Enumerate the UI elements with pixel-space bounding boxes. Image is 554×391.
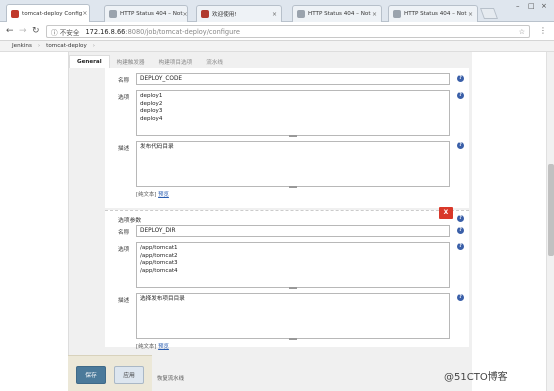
- plain-text-label: [纯文本]: [136, 192, 157, 198]
- options-label: 选项: [118, 247, 130, 253]
- bookmark-star-icon[interactable]: ☆: [519, 28, 525, 36]
- breadcrumb-job[interactable]: tomcat-deploy: [46, 43, 87, 49]
- close-tab-icon[interactable]: ×: [468, 11, 473, 18]
- format-note: [纯文本] 预览: [136, 342, 169, 350]
- description-label: 描述: [118, 146, 130, 152]
- breadcrumb-separator-icon: ›: [92, 43, 95, 49]
- browser-tab[interactable]: HTTP Status 404 – Not ×: [104, 5, 188, 22]
- name-label: 名称: [118, 78, 130, 84]
- browser-tab[interactable]: tomcat-deploy Config ×: [6, 4, 90, 22]
- choice-item: /app/tomcat2: [140, 252, 178, 259]
- choice-parameter-1: 名称 DEPLOY_CODE ? 选项 deploy1 deploy2 depl…: [105, 68, 469, 208]
- forward-icon[interactable]: →: [19, 25, 27, 37]
- back-icon[interactable]: ←: [6, 25, 14, 37]
- jenkins-favicon-icon: [11, 9, 19, 18]
- choices-textarea[interactable]: deploy1 deploy2 deploy3 deploy4: [136, 90, 450, 136]
- close-window-icon[interactable]: ×: [541, 2, 547, 10]
- parameter-name-input[interactable]: DEPLOY_CODE: [136, 73, 450, 85]
- help-icon[interactable]: ?: [457, 92, 464, 99]
- choices-textarea[interactable]: /app/tomcat1 /app/tomcat2 /app/tomcat3 /…: [136, 242, 450, 288]
- name-label: 名称: [118, 230, 130, 236]
- watermark: @51CTO博客: [444, 372, 508, 383]
- choice-item: deploy4: [140, 115, 163, 122]
- page-scrollbar[interactable]: [546, 52, 554, 391]
- config-content: General 构建触发器 构建项目选项 流水线 名称 DEPLOY_CODE …: [68, 52, 472, 391]
- tab-title: tomcat-deploy Config: [22, 10, 83, 17]
- tab-pipeline[interactable]: 流水线: [199, 55, 230, 68]
- minimize-icon[interactable]: –: [516, 2, 520, 10]
- choice-item: deploy3: [140, 108, 163, 114]
- help-icon[interactable]: ?: [457, 215, 464, 222]
- help-icon[interactable]: ?: [457, 243, 464, 250]
- browser-tab-bar: tomcat-deploy Config × HTTP Status 404 –…: [0, 0, 554, 22]
- options-label: 选项: [118, 95, 130, 101]
- form-button-bar: 保存 应用: [68, 355, 152, 391]
- choice-item: deploy2: [140, 100, 163, 107]
- close-tab-icon[interactable]: ×: [183, 11, 187, 18]
- help-icon[interactable]: ?: [457, 294, 464, 301]
- breadcrumb: Jenkins › tomcat-deploy ›: [0, 41, 554, 52]
- reload-icon[interactable]: ↻: [32, 25, 40, 37]
- new-tab-button[interactable]: [479, 8, 499, 19]
- help-icon[interactable]: ?: [457, 75, 464, 82]
- resize-grip-icon[interactable]: [289, 287, 297, 289]
- parameter-name-input[interactable]: DEPLOY_DIR: [136, 225, 450, 237]
- tab-title: HTTP Status 404 – Not: [404, 11, 467, 17]
- page-favicon-icon: [109, 10, 117, 18]
- tab-build-triggers[interactable]: 构建触发器: [110, 55, 152, 68]
- browser-menu-icon[interactable]: ⋮: [539, 26, 547, 35]
- address-toolbar: ← → ↻ ⓘ 不安全 172.16.8.66 :8080/job/tomcat…: [0, 22, 554, 41]
- page-favicon-icon: [393, 10, 401, 18]
- description-textarea[interactable]: 发布代码目录: [136, 141, 450, 187]
- breadcrumb-jenkins[interactable]: Jenkins: [12, 43, 32, 49]
- resize-grip-icon[interactable]: [289, 135, 297, 137]
- save-button[interactable]: 保存: [76, 366, 106, 384]
- url-bar[interactable]: ⓘ 不安全 172.16.8.66 :8080/job/tomcat-deplo…: [46, 25, 530, 38]
- choice-item: /app/tomcat1: [140, 245, 178, 251]
- tab-title: HTTP Status 404 – Not: [120, 11, 183, 17]
- choice-item: /app/tomcat4: [140, 267, 178, 274]
- browser-tab[interactable]: HTTP Status 404 – Not ×: [388, 5, 478, 22]
- page-favicon-icon: [297, 10, 305, 18]
- help-icon[interactable]: ?: [457, 227, 464, 234]
- preview-link[interactable]: 预览: [158, 344, 169, 350]
- tab-title: HTTP Status 404 – Not: [308, 11, 371, 17]
- browser-tab[interactable]: HTTP Status 404 – Not ×: [292, 5, 382, 22]
- close-tab-icon[interactable]: ×: [82, 10, 87, 17]
- tab-build-options[interactable]: 构建项目选项: [152, 55, 200, 68]
- resize-grip-icon[interactable]: [289, 338, 297, 340]
- format-note: [纯文本] 预览: [136, 190, 169, 198]
- resize-grip-icon[interactable]: [289, 186, 297, 188]
- page-favicon-icon: [201, 10, 209, 18]
- help-icon[interactable]: ?: [457, 142, 464, 149]
- preview-link[interactable]: 预览: [158, 192, 169, 198]
- choice-item: deploy1: [140, 93, 163, 99]
- choice-item: /app/tomcat3: [140, 260, 178, 266]
- description-textarea[interactable]: 选择发布项目目录: [136, 293, 450, 339]
- right-margin: [472, 52, 546, 391]
- tab-general[interactable]: General: [69, 55, 110, 68]
- left-margin: [0, 52, 68, 391]
- delete-parameter-button[interactable]: X: [439, 207, 453, 219]
- choice-parameter-2: 选项参数 X ? 名称 DEPLOY_DIR ? 选项 /app/tomcat1…: [105, 207, 469, 350]
- breadcrumb-separator-icon: ›: [37, 43, 41, 49]
- scrollbar-thumb[interactable]: [548, 164, 554, 256]
- insecure-label[interactable]: ⓘ 不安全: [51, 27, 79, 37]
- url-path: :8080/job/tomcat-deploy/configure: [125, 27, 240, 36]
- close-tab-icon[interactable]: ×: [272, 11, 277, 18]
- tab-title: 欢迎使用!: [212, 12, 237, 18]
- plain-text-label: [纯文本]: [136, 344, 157, 350]
- section-tabs: General 构建触发器 构建项目选项 流水线: [69, 55, 473, 68]
- browser-tab[interactable]: 欢迎使用! ×: [196, 5, 282, 22]
- maximize-icon[interactable]: □: [528, 2, 535, 10]
- parameter-type-title: 选项参数: [118, 218, 142, 224]
- apply-button[interactable]: 应用: [114, 366, 144, 384]
- url-host: 172.16.8.66: [85, 27, 126, 36]
- description-label: 描述: [118, 298, 130, 304]
- close-tab-icon[interactable]: ×: [372, 11, 377, 18]
- pipeline-hint: 恢复流水线: [157, 376, 184, 382]
